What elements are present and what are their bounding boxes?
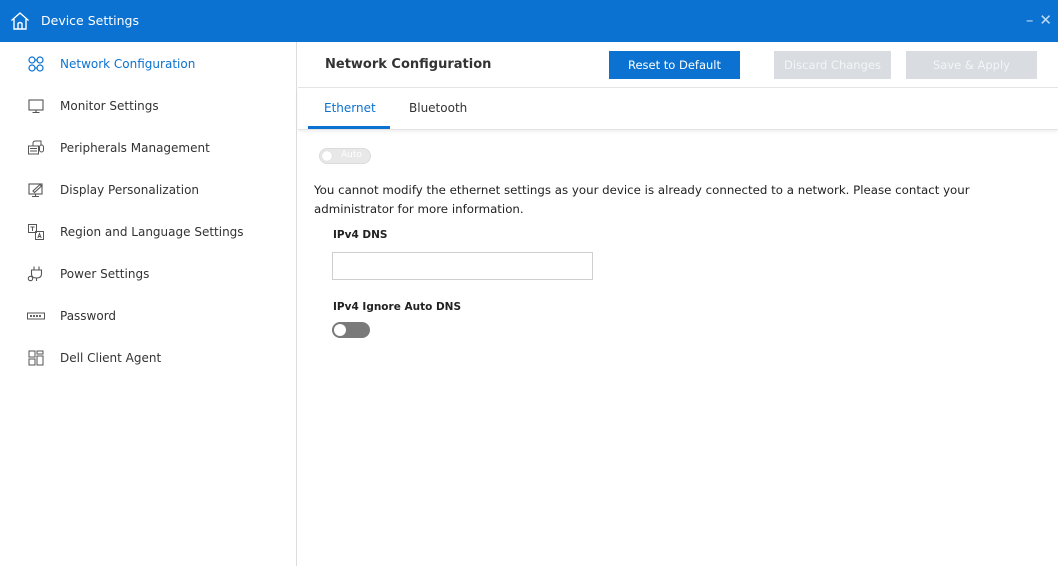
- sidebar-item-label: Display Personalization: [60, 183, 200, 197]
- window-controls: – ✕: [1026, 12, 1052, 28]
- sidebar-item-dell-client-agent[interactable]: Dell Client Agent: [0, 338, 296, 378]
- ipv4-dns-input[interactable]: [332, 252, 593, 280]
- auto-toggle-label: Auto: [341, 150, 362, 160]
- window-title: Device Settings: [41, 13, 139, 28]
- display-personalization-icon: [27, 181, 45, 199]
- home-icon[interactable]: [9, 10, 31, 32]
- password-icon: [27, 307, 45, 325]
- language-icon: [27, 223, 45, 241]
- toggle-knob: [334, 324, 346, 336]
- sidebar-item-label: Dell Client Agent: [60, 351, 162, 365]
- page-title: Network Configuration: [325, 57, 492, 72]
- sidebar-item-peripherals-management[interactable]: Peripherals Management: [0, 128, 296, 168]
- peripherals-icon: [27, 139, 45, 157]
- sidebar-item-label: Power Settings: [60, 267, 150, 281]
- title-bar: Device Settings – ✕: [0, 0, 1058, 42]
- ethernet-locked-notice: You cannot modify the ethernet settings …: [314, 183, 970, 216]
- sidebar-item-network-configuration[interactable]: Network Configuration: [0, 44, 296, 84]
- ipv4-ignore-auto-dns-label: IPv4 Ignore Auto DNS: [333, 301, 462, 313]
- sidebar: Network Configuration Monitor Settings P…: [0, 42, 297, 566]
- auto-toggle[interactable]: Auto: [319, 148, 371, 164]
- sidebar-item-label: Network Configuration: [60, 57, 196, 71]
- sidebar-item-monitor-settings[interactable]: Monitor Settings: [0, 86, 296, 126]
- power-plug-icon: [27, 265, 45, 283]
- sidebar-item-power-settings[interactable]: Power Settings: [0, 254, 296, 294]
- minimize-button[interactable]: –: [1026, 12, 1034, 28]
- ipv4-ignore-auto-dns-toggle[interactable]: [332, 322, 370, 338]
- network-icon: [27, 55, 45, 73]
- save-apply-button[interactable]: Save & Apply: [906, 51, 1037, 79]
- tab-bar: Ethernet Bluetooth: [298, 88, 1058, 130]
- main-header: Network Configuration Reset to Default D…: [298, 42, 1058, 88]
- active-tab-indicator: [308, 126, 390, 129]
- apps-grid-icon: [27, 349, 45, 367]
- tab-bluetooth[interactable]: Bluetooth: [409, 101, 467, 115]
- tab-ethernet[interactable]: Ethernet: [324, 101, 376, 115]
- toggle-knob: [322, 151, 332, 161]
- sidebar-item-region-language[interactable]: Region and Language Settings: [0, 212, 296, 252]
- sidebar-item-label: Monitor Settings: [60, 99, 159, 113]
- sidebar-item-label: Peripherals Management: [60, 141, 210, 155]
- close-button[interactable]: ✕: [1039, 12, 1052, 28]
- sidebar-item-label: Region and Language Settings: [60, 225, 244, 239]
- sidebar-item-label: Password: [60, 309, 117, 323]
- discard-changes-button[interactable]: Discard Changes: [774, 51, 891, 79]
- sidebar-item-password[interactable]: Password: [0, 296, 296, 336]
- reset-to-default-button[interactable]: Reset to Default: [609, 51, 740, 79]
- ipv4-dns-label: IPv4 DNS: [333, 229, 388, 241]
- sidebar-item-display-personalization[interactable]: Display Personalization: [0, 170, 296, 210]
- monitor-icon: [27, 97, 45, 115]
